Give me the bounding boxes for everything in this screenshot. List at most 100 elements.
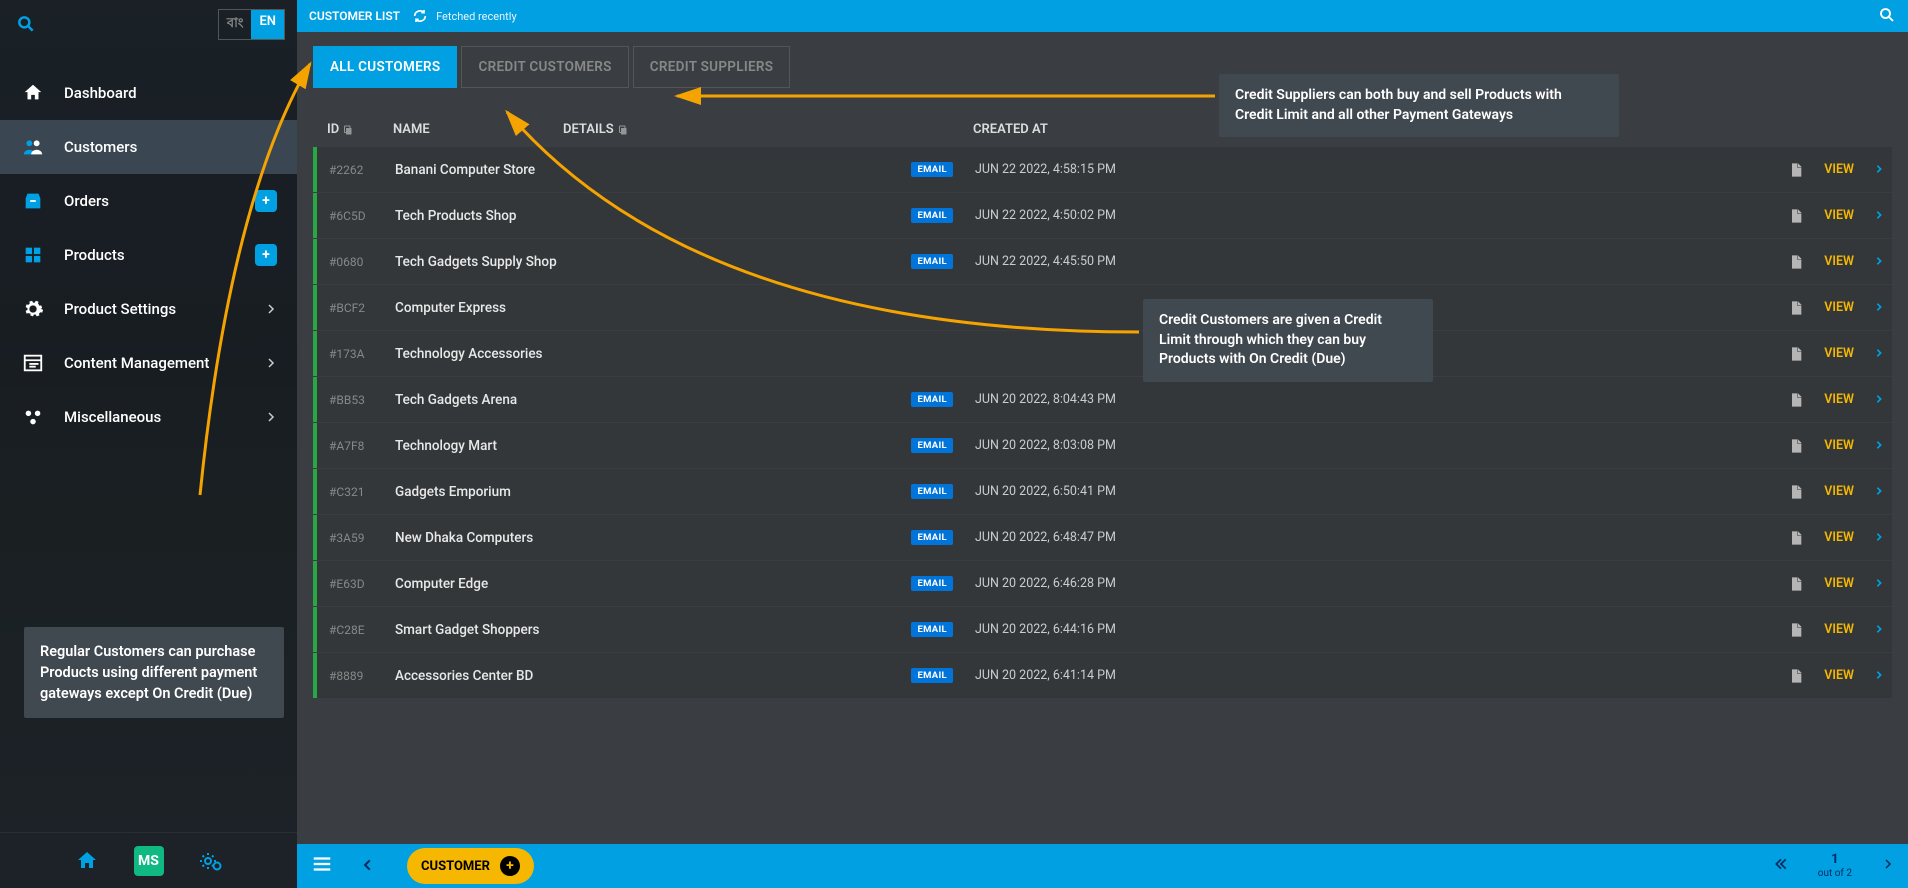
view-button[interactable]: VIEW — [1764, 254, 1884, 270]
sidebar-item-customers[interactable]: Customers — [0, 120, 297, 174]
table-row[interactable]: #BCF2Computer ExpressVIEW — [313, 285, 1892, 330]
view-label: VIEW — [1824, 530, 1854, 545]
view-button[interactable]: VIEW — [1764, 208, 1884, 224]
cell-name: Tech Gadgets Supply Shop — [395, 254, 565, 270]
view-button[interactable]: VIEW — [1764, 438, 1884, 454]
document-icon — [1788, 162, 1804, 178]
double-chevron-left-icon — [1774, 857, 1788, 871]
page-next-button[interactable] — [1882, 858, 1894, 874]
view-button[interactable]: VIEW — [1764, 530, 1884, 546]
view-button[interactable]: VIEW — [1764, 576, 1884, 592]
table-row[interactable]: #A7F8Technology MartEMAILJUN 20 2022, 8:… — [313, 423, 1892, 468]
cell-name: Banani Computer Store — [395, 162, 565, 178]
cell-id: #E63D — [325, 577, 395, 591]
back-button[interactable] — [361, 857, 375, 876]
table-row[interactable]: #2262Banani Computer StoreEMAILJUN 22 20… — [313, 147, 1892, 192]
sidebar-bottom: MS — [0, 832, 297, 888]
cell-name: Tech Gadgets Arena — [395, 392, 565, 408]
settings-shortcut-button[interactable] — [196, 846, 226, 876]
email-badge: EMAIL — [911, 208, 953, 223]
nav-label: Product Settings — [64, 300, 176, 318]
email-badge: EMAIL — [911, 530, 953, 545]
table-row[interactable]: #BB53Tech Gadgets ArenaEMAILJUN 20 2022,… — [313, 377, 1892, 422]
sidebar-item-product-settings[interactable]: Product Settings — [0, 282, 297, 336]
page-indicator: 1 out of 2 — [1818, 853, 1852, 878]
products-icon — [20, 242, 46, 268]
table-row[interactable]: #173ATechnology AccessoriesVIEW — [313, 331, 1892, 376]
search-icon — [1878, 6, 1896, 24]
chevron-right-icon — [1874, 300, 1884, 316]
email-badge: EMAIL — [911, 484, 953, 499]
cell-id: #C28E — [325, 623, 395, 637]
table-row[interactable]: #C321Gadgets EmporiumEMAILJUN 20 2022, 6… — [313, 469, 1892, 514]
view-button[interactable]: VIEW — [1764, 300, 1884, 316]
document-icon — [1788, 300, 1804, 316]
language-toggle[interactable]: বাং EN — [218, 9, 285, 40]
main: CUSTOMER LIST Fetched recently ALL CUSTO… — [297, 0, 1908, 888]
pager: 1 out of 2 — [1774, 853, 1894, 878]
view-button[interactable]: VIEW — [1764, 392, 1884, 408]
view-button[interactable]: VIEW — [1764, 346, 1884, 362]
view-label: VIEW — [1824, 254, 1854, 269]
nav-label: Customers — [64, 138, 137, 156]
content-icon — [20, 350, 46, 376]
document-icon — [1788, 668, 1804, 684]
view-label: VIEW — [1824, 438, 1854, 453]
chevron-right-icon — [265, 354, 277, 373]
cell-id: #BB53 — [325, 393, 395, 407]
tab-credit-customers[interactable]: CREDIT CUSTOMERS — [461, 46, 628, 88]
annotation-credit-customers: Credit Customers are given a Credit Limi… — [1143, 299, 1433, 382]
sidebar-item-dashboard[interactable]: Dashboard — [0, 66, 297, 120]
view-button[interactable]: VIEW — [1764, 668, 1884, 684]
nav-label: Orders — [64, 192, 109, 210]
add-button[interactable]: + — [255, 190, 277, 212]
table-body: #2262Banani Computer StoreEMAILJUN 22 20… — [313, 147, 1892, 698]
table-row[interactable]: #0680Tech Gadgets Supply ShopEMAILJUN 22… — [313, 239, 1892, 284]
home-shortcut-button[interactable] — [72, 846, 102, 876]
tab-credit-suppliers[interactable]: CREDIT SUPPLIERS — [633, 46, 791, 88]
lang-english[interactable]: EN — [251, 10, 284, 39]
topbar-search-button[interactable] — [1878, 6, 1896, 27]
sidebar-item-orders[interactable]: Orders + — [0, 174, 297, 228]
add-button[interactable]: + — [255, 244, 277, 266]
table-row[interactable]: #E63DComputer EdgeEMAILJUN 20 2022, 6:46… — [313, 561, 1892, 606]
ms-badge[interactable]: MS — [134, 846, 164, 876]
add-customer-button[interactable]: CUSTOMER + — [407, 848, 534, 884]
view-button[interactable]: VIEW — [1764, 162, 1884, 178]
page-number: 1 — [1818, 853, 1852, 867]
sidebar-item-content-management[interactable]: Content Management — [0, 336, 297, 390]
sidebar-search-button[interactable] — [12, 10, 40, 38]
table-row[interactable]: #C28ESmart Gadget ShoppersEMAILJUN 20 20… — [313, 607, 1892, 652]
sidebar: বাং EN DashboardCustomersOrders+Products… — [0, 0, 297, 888]
hamburger-button[interactable] — [311, 853, 333, 879]
view-label: VIEW — [1824, 668, 1854, 683]
chevron-right-icon — [1874, 162, 1884, 178]
view-button[interactable]: VIEW — [1764, 484, 1884, 500]
cell-name: Technology Mart — [395, 438, 565, 454]
email-badge: EMAIL — [911, 392, 953, 407]
table-row[interactable]: #8889Accessories Center BDEMAILJUN 20 20… — [313, 653, 1892, 698]
table-row[interactable]: #3A59New Dhaka ComputersEMAILJUN 20 2022… — [313, 515, 1892, 560]
document-icon — [1788, 254, 1804, 270]
cell-name: Smart Gadget Shoppers — [395, 622, 565, 638]
document-icon — [1788, 484, 1804, 500]
cell-name: Accessories Center BD — [395, 668, 565, 684]
table-row[interactable]: #6C5DTech Products ShopEMAILJUN 22 2022,… — [313, 193, 1892, 238]
cell-created: JUN 20 2022, 6:44:16 PM — [975, 622, 1764, 637]
sidebar-item-miscellaneous[interactable]: Miscellaneous — [0, 390, 297, 444]
view-button[interactable]: VIEW — [1764, 622, 1884, 638]
lang-bangla[interactable]: বাং — [219, 10, 252, 39]
table-header: ID NAME DETAILS CREATED AT — [313, 112, 1892, 147]
page-first-button[interactable] — [1774, 857, 1788, 875]
gear-sync-icon — [199, 849, 223, 873]
copy-icon[interactable] — [617, 124, 629, 136]
copy-icon[interactable] — [342, 124, 354, 136]
nav-label: Products — [64, 246, 125, 264]
cell-details: EMAIL — [565, 162, 975, 177]
sidebar-item-products[interactable]: Products + — [0, 228, 297, 282]
document-icon — [1788, 576, 1804, 592]
chevron-right-icon — [1874, 254, 1884, 270]
refresh-icon[interactable] — [412, 8, 428, 24]
document-icon — [1788, 438, 1804, 454]
tab-all-customers[interactable]: ALL CUSTOMERS — [313, 46, 457, 88]
